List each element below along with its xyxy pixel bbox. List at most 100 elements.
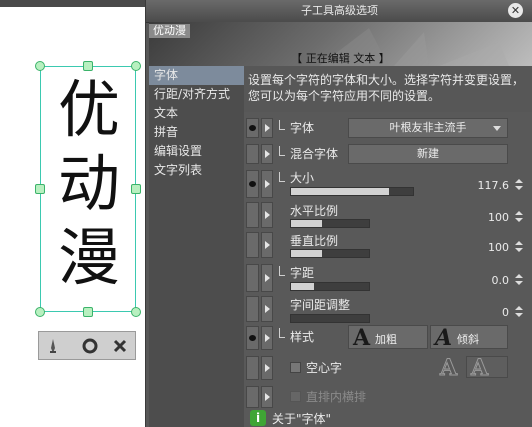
spin-arrows-icon[interactable]: [515, 240, 523, 254]
setting-tate-chu-yoko-row: 直排内横排: [244, 384, 532, 408]
category-text-list[interactable]: 文字列表: [149, 161, 244, 180]
close-button[interactable]: ✕: [508, 3, 523, 18]
setting-spacing-row: 字距 0.0: [244, 262, 532, 292]
font-label: 字体: [290, 121, 315, 135]
eye-icon[interactable]: [246, 264, 259, 292]
setting-hollow-row: 空心字 A A: [244, 354, 532, 380]
spin-arrows-icon[interactable]: [515, 210, 523, 224]
tate-chu-yoko-checkbox[interactable]: [290, 391, 301, 402]
category-line-spacing-alignment[interactable]: 行距/对齐方式: [149, 85, 244, 104]
italic-button[interactable]: A 倾斜: [430, 325, 508, 349]
category-ruby[interactable]: 拼音: [149, 123, 244, 142]
about-font-help[interactable]: i 关于"字体": [244, 410, 532, 426]
expand-arrow-icon[interactable]: [261, 296, 273, 322]
bold-button[interactable]: A 加粗: [348, 325, 428, 349]
spacing-slider-fill: [291, 283, 315, 290]
v-ratio-value[interactable]: 100: [488, 241, 509, 254]
v-ratio-slider[interactable]: [290, 249, 370, 258]
tree-connector: [279, 146, 285, 156]
handle-bottom-mid[interactable]: [83, 307, 93, 317]
spacing-label: 字距: [290, 266, 315, 280]
tate-chu-yoko-label: 直排内横排: [306, 390, 367, 404]
text-bounding-box[interactable]: 优 动 漫: [40, 66, 136, 312]
hollow-style-a-icon: A: [470, 355, 489, 381]
expand-arrow-icon[interactable]: [261, 326, 273, 350]
category-list: 字体 行距/对齐方式 文本 拼音 编辑设置 文字列表: [149, 66, 244, 427]
tree-connector: [279, 172, 285, 182]
tree-connector: [279, 120, 285, 130]
kerning-label: 字间距调整: [290, 298, 351, 312]
bold-label: 加粗: [375, 333, 397, 346]
hollow-style-dropdown[interactable]: A: [466, 355, 508, 381]
italic-label: 倾斜: [457, 333, 479, 346]
expand-arrow-icon[interactable]: [261, 170, 273, 198]
eye-icon[interactable]: [246, 170, 259, 198]
spin-arrows-icon[interactable]: [515, 178, 523, 192]
settings-rows: 字体 叶根友非主流手 混合字体 新建 大小 117.6 水平比例 100 垂直比…: [244, 112, 532, 427]
handle-bottom-left[interactable]: [35, 307, 45, 317]
expand-arrow-icon[interactable]: [261, 356, 273, 380]
hollow-checkbox[interactable]: [290, 362, 301, 373]
text-char-1: 优: [57, 73, 120, 146]
eye-icon[interactable]: [246, 232, 259, 258]
size-value[interactable]: 117.6: [478, 179, 510, 192]
bold-a-icon: A: [353, 325, 371, 351]
handle-mid-left[interactable]: [35, 184, 45, 194]
mixed-font-label: 混合字体: [290, 147, 339, 161]
spacing-slider[interactable]: [290, 282, 370, 291]
eye-icon[interactable]: [246, 386, 259, 408]
handle-top-left[interactable]: [35, 61, 45, 71]
h-ratio-slider[interactable]: [290, 219, 370, 228]
canvas-top-strip: [0, 0, 145, 7]
mixed-font-new-button[interactable]: 新建: [348, 144, 508, 164]
expand-arrow-icon[interactable]: [261, 386, 273, 408]
text-char-2: 动: [57, 147, 120, 220]
h-ratio-value[interactable]: 100: [488, 211, 509, 224]
eye-icon[interactable]: [246, 356, 259, 380]
setting-h-ratio-row: 水平比例 100: [244, 200, 532, 228]
expand-arrow-icon[interactable]: [261, 118, 273, 138]
about-font-label: 关于"字体": [272, 412, 332, 426]
pen-tool-icon[interactable]: [44, 337, 62, 355]
handle-bottom-right[interactable]: [131, 307, 141, 317]
spacing-value[interactable]: 0.0: [492, 274, 510, 287]
confirm-circle-icon[interactable]: [81, 337, 99, 355]
category-edit-settings[interactable]: 编辑设置: [149, 142, 244, 161]
font-dropdown[interactable]: 叶根友非主流手: [348, 118, 508, 138]
spin-arrows-icon[interactable]: [515, 305, 523, 319]
setting-v-ratio-row: 垂直比例 100: [244, 230, 532, 258]
h-ratio-label: 水平比例: [290, 204, 339, 218]
expand-arrow-icon[interactable]: [261, 264, 273, 292]
preview-name: 优动漫: [149, 24, 190, 38]
expand-arrow-icon[interactable]: [261, 232, 273, 258]
category-text[interactable]: 文本: [149, 104, 244, 123]
setting-style-row: 样式 A 加粗 A 倾斜: [244, 324, 532, 350]
subtool-advanced-options-panel: 子工具高级选项 ✕ 优动漫 【 正在编辑 文本 】 字体 行距/对齐方式 文本 …: [145, 0, 532, 427]
setting-size-row: 大小 117.6: [244, 168, 532, 198]
size-label: 大小: [290, 171, 315, 185]
eye-icon[interactable]: [246, 118, 259, 138]
expand-arrow-icon[interactable]: [261, 144, 273, 164]
kerning-value[interactable]: 0: [502, 306, 509, 319]
style-label: 样式: [290, 330, 315, 344]
spin-arrows-icon[interactable]: [515, 273, 523, 287]
handle-top-mid[interactable]: [83, 61, 93, 71]
kerning-slider[interactable]: [290, 314, 370, 323]
size-slider-fill: [291, 188, 389, 195]
expand-arrow-icon[interactable]: [261, 202, 273, 228]
eye-icon[interactable]: [246, 202, 259, 228]
eye-icon[interactable]: [246, 326, 259, 350]
tree-connector: [279, 266, 285, 276]
canvas-area: 优 动 漫: [0, 0, 145, 427]
handle-mid-right[interactable]: [131, 184, 141, 194]
panel-titlebar[interactable]: 子工具高级选项 ✕: [146, 0, 532, 23]
eye-icon[interactable]: [246, 144, 259, 164]
size-slider[interactable]: [290, 187, 414, 196]
handle-top-right[interactable]: [131, 61, 141, 71]
v-ratio-label: 垂直比例: [290, 234, 339, 248]
category-font[interactable]: 字体: [149, 66, 244, 85]
eye-icon[interactable]: [246, 296, 259, 322]
vertical-text[interactable]: 优 动 漫: [41, 73, 137, 295]
setting-mixed-font-row: 混合字体 新建: [244, 142, 532, 164]
cancel-x-icon[interactable]: [111, 337, 129, 355]
